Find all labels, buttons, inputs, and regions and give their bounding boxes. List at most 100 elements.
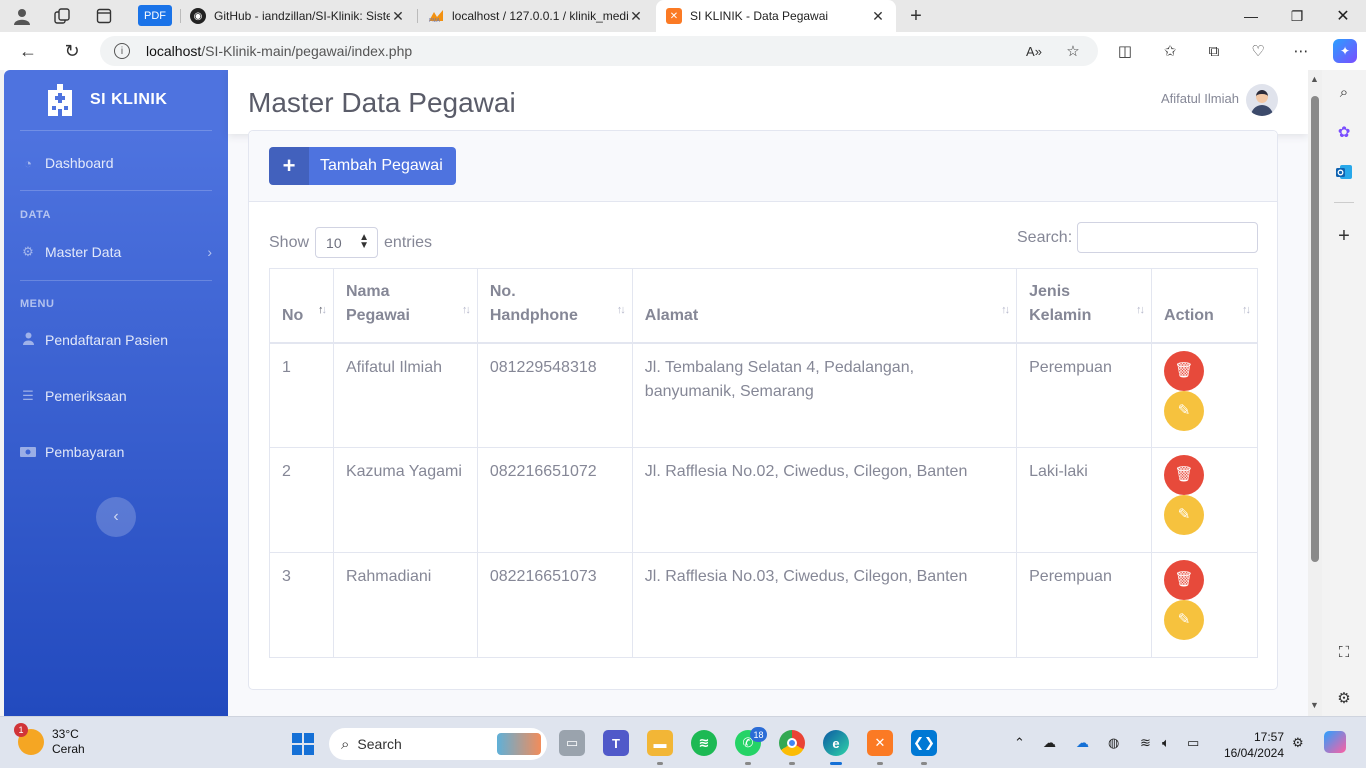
workspaces-icon[interactable] [52, 6, 72, 26]
chrome-icon[interactable] [779, 730, 805, 756]
delete-button[interactable]: 🗑︎ [1164, 350, 1205, 391]
clock[interactable]: 17:57 16/04/2024 [1218, 729, 1284, 761]
scroll-down-icon[interactable]: ▼ [1310, 700, 1319, 710]
column-header-jenis-kelamin[interactable]: Jenis Kelamin ↑↓ [1016, 268, 1153, 344]
scrollbar-thumb[interactable] [1311, 96, 1319, 562]
chevron-up-icon[interactable]: ⌃ [1014, 735, 1025, 751]
collections-icon[interactable]: ⧉ [1204, 41, 1224, 61]
cell-jenis-kelamin: Perempuan [1016, 342, 1153, 448]
favorites-icon[interactable]: ✩ [1160, 41, 1180, 61]
cell-handphone: 081229548318 [476, 342, 633, 448]
sidebar-heading-menu: MENU [20, 298, 55, 310]
chevron-left-icon: ‹ [113, 508, 119, 525]
delete-button[interactable]: 🗑︎ [1164, 455, 1205, 495]
outlook-icon[interactable] [1334, 162, 1354, 182]
sidebar-item-dashboard[interactable]: ◔ Dashboard [20, 151, 212, 175]
notifications-icon[interactable]: ⚙ [1292, 735, 1304, 751]
profile-icon[interactable] [12, 6, 32, 26]
read-aloud-icon[interactable]: A» [1024, 41, 1044, 61]
vscode-icon[interactable]: ❮❯ [911, 730, 937, 756]
site-info-icon[interactable]: i [114, 43, 130, 59]
list-icon: ☰ [22, 388, 34, 403]
weather-widget[interactable]: 1 33°C Cerah [14, 723, 85, 757]
spotify-icon[interactable]: ≋ [691, 730, 717, 756]
edit-button[interactable]: ✎ [1164, 390, 1205, 431]
more-menu-icon[interactable]: ⋯ [1291, 41, 1311, 61]
minimize-icon[interactable]: — [1228, 0, 1274, 32]
taskbar-search[interactable]: ⌕ Search [329, 728, 547, 760]
tab-github[interactable]: ◉ GitHub - iandzillan/SI-Klinik: Sistem … [180, 0, 416, 32]
cell-alamat: Jl. Rafflesia No.02, Ciwedus, Cilegon, B… [631, 447, 1018, 553]
pdf-tab[interactable]: PDF [138, 5, 172, 26]
sort-asc-icon: ↑↓ [317, 303, 327, 316]
start-button[interactable] [292, 733, 314, 755]
back-icon[interactable]: ← [16, 39, 40, 63]
xampp-icon: ✕ [666, 8, 682, 24]
entries-select[interactable]: 10 ▲ ▼ [315, 227, 379, 258]
sidebar-item-master-data[interactable]: ⚙ Master Data › [20, 240, 212, 264]
xampp-icon[interactable]: ✕ [867, 730, 893, 756]
sidebar-toggle-button[interactable]: ‹ [96, 497, 136, 537]
sidebar-item-pembayaran[interactable]: Pembayaran [20, 440, 212, 464]
sidebar-item-pemeriksaan[interactable]: ☰ Pemeriksaan [20, 384, 212, 408]
performance-icon[interactable]: ♡ [1248, 41, 1268, 61]
edge-sidebar: ⌕ ✿ + ⛶ ⚙ [1322, 70, 1366, 716]
add-employee-button[interactable]: + Tambah Pegawai [269, 147, 456, 185]
refresh-icon[interactable]: ↻ [60, 39, 84, 63]
edit-button[interactable]: ✎ [1164, 495, 1205, 535]
column-header-no[interactable]: No ↑↓ [269, 268, 334, 344]
favorite-star-icon[interactable]: ☆ [1063, 41, 1083, 61]
table-row: 2 Kazuma Yagami 082216651072 Jl. Raffles… [269, 447, 1258, 553]
taskview-icon[interactable]: ▭ [559, 730, 585, 756]
copilot-icon[interactable]: ✦ [1333, 39, 1357, 63]
cloud-icon[interactable]: ☁ [1043, 735, 1056, 751]
add-icon[interactable]: + [1334, 225, 1354, 247]
cell-handphone: 082216651073 [476, 552, 633, 658]
sidebar-item-pendaftaran[interactable]: Pendaftaran Pasien [20, 328, 212, 352]
network-globe-icon[interactable]: ◍ [1108, 735, 1119, 751]
money-bill-icon [20, 445, 36, 460]
close-tab-icon[interactable]: ✕ [390, 8, 406, 25]
entries-length-control: Show 10 ▲ ▼ entries [269, 227, 432, 258]
tab-actions-icon[interactable] [94, 6, 114, 26]
column-header-handphone[interactable]: No. Handphone ↑↓ [476, 268, 633, 344]
close-tab-icon[interactable]: ✕ [628, 8, 644, 25]
search-input[interactable] [1077, 222, 1258, 253]
search-icon[interactable]: ⌕ [1334, 82, 1354, 102]
tab-si-klinik[interactable]: ✕ SI KLINIK - Data Pegawai ✕ [656, 0, 896, 32]
close-window-icon[interactable]: ✕ [1320, 0, 1366, 32]
scroll-up-icon[interactable]: ▲ [1310, 74, 1319, 84]
onedrive-icon[interactable]: ☁ [1076, 735, 1089, 751]
restore-icon[interactable]: ❐ [1274, 0, 1320, 32]
page-scrollbar[interactable]: ▲ ▼ [1308, 70, 1322, 716]
cell-nama: Rahmadiani [332, 552, 478, 658]
card-header: + Tambah Pegawai [249, 131, 1277, 202]
edge-icon[interactable]: e [823, 730, 849, 756]
teams-icon[interactable]: T [603, 730, 629, 756]
copilot-app-icon[interactable]: ✿ [1334, 122, 1354, 142]
avatar[interactable] [1246, 84, 1278, 116]
screenshot-icon[interactable]: ⛶ [1334, 642, 1354, 662]
sort-icon: ↑↓ [616, 303, 626, 316]
column-header-alamat[interactable]: Alamat ↑↓ [631, 268, 1018, 344]
url-field[interactable]: i localhost/SI-Klinik-main/pegawai/index… [100, 36, 1098, 66]
split-screen-icon[interactable]: ◫ [1115, 41, 1135, 61]
wifi-icon[interactable]: ≋ [1140, 735, 1151, 751]
tab-phpmyadmin[interactable]: PMA localhost / 127.0.0.1 / klinik_medi … [418, 0, 654, 32]
sidebar-brand[interactable]: SI KLINIK [4, 70, 228, 130]
column-header-nama[interactable]: Nama Pegawai ↑↓ [332, 268, 478, 344]
volume-icon[interactable]: 🔈︎ [1162, 735, 1170, 751]
sort-icon: ↑↓ [1136, 303, 1145, 316]
edit-button[interactable]: ✎ [1164, 600, 1205, 640]
delete-button[interactable]: 🗑︎ [1164, 560, 1205, 600]
column-header-action[interactable]: Action ↑↓ [1151, 268, 1258, 344]
file-explorer-icon[interactable]: ▬ [647, 730, 673, 756]
user-name[interactable]: Afifatul Ilmiah [1161, 91, 1239, 106]
cell-jenis-kelamin: Laki-laki [1016, 447, 1153, 553]
settings-icon[interactable]: ⚙ [1334, 688, 1354, 708]
github-icon: ◉ [190, 8, 206, 24]
copilot-taskbar-icon[interactable] [1324, 731, 1346, 753]
close-tab-icon[interactable]: ✕ [870, 8, 886, 25]
battery-icon[interactable]: ▭ [1187, 735, 1199, 751]
new-tab-icon[interactable]: + [906, 5, 926, 27]
